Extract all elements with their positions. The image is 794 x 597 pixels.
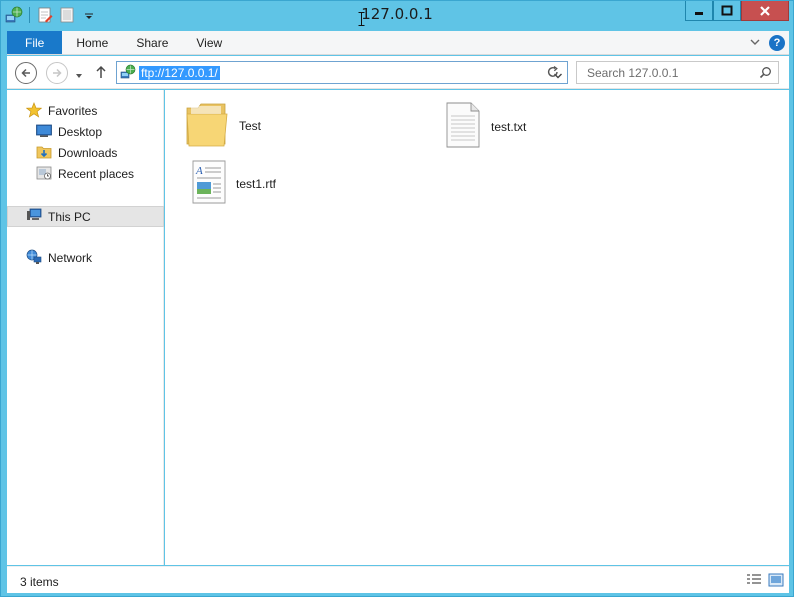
status-bar: 3 items	[7, 566, 789, 593]
nav-recent-places[interactable]: Recent places	[36, 164, 134, 184]
file-name: test.txt	[491, 119, 527, 134]
back-arrow-icon	[21, 68, 30, 78]
nav-downloads[interactable]: Downloads	[36, 143, 117, 163]
up-button[interactable]	[95, 65, 107, 82]
window-controls	[685, 1, 789, 22]
star-icon	[25, 101, 43, 121]
tab-view[interactable]: View	[182, 31, 236, 54]
ftp-location-icon	[120, 64, 136, 83]
search-icon[interactable]	[759, 66, 772, 82]
text-document-icon	[445, 102, 481, 151]
file-name: test1.rtf	[236, 176, 277, 191]
file-item-test-folder[interactable]: Test	[185, 100, 261, 151]
tab-share[interactable]: Share	[122, 31, 182, 54]
up-arrow-icon	[96, 65, 106, 78]
refresh-icon	[547, 65, 558, 77]
maximize-button[interactable]	[713, 1, 741, 21]
recent-locations-dropdown[interactable]	[74, 69, 84, 83]
close-icon	[760, 5, 770, 16]
nav-network[interactable]: Network	[26, 248, 92, 268]
svg-text:A: A	[195, 165, 203, 177]
back-button[interactable]	[15, 62, 37, 84]
search-input[interactable]	[585, 65, 755, 81]
minimize-icon	[695, 11, 703, 15]
close-button[interactable]	[741, 1, 789, 21]
nav-downloads-label: Downloads	[58, 146, 118, 160]
search-box[interactable]	[576, 61, 779, 84]
nav-network-label: Network	[48, 251, 93, 265]
recent-places-icon	[36, 165, 52, 184]
expand-ribbon-chevron-icon[interactable]	[749, 36, 761, 50]
item-count: 3 items	[20, 575, 59, 589]
tab-file[interactable]: File	[7, 31, 63, 54]
nav-favorites-label: Favorites	[48, 104, 98, 118]
ribbon-right-controls: ?	[749, 31, 789, 54]
refresh-button[interactable]	[545, 64, 563, 82]
folder-icon	[185, 100, 229, 151]
nav-this-pc[interactable]: This PC	[7, 206, 164, 227]
explorer-window: 127.0.0.1 File Home Share View ? ftp://1…	[0, 0, 794, 597]
forward-arrow-icon	[53, 68, 62, 78]
help-icon[interactable]: ?	[769, 34, 785, 51]
window-title: 127.0.0.1	[361, 5, 433, 23]
file-item-test-txt[interactable]: test.txt	[445, 102, 526, 151]
nav-favorites[interactable]: Favorites	[25, 101, 98, 121]
minimize-button[interactable]	[685, 1, 713, 21]
text-cursor-icon	[358, 12, 365, 26]
nav-recent-places-label: Recent places	[58, 167, 135, 181]
tab-home[interactable]: Home	[62, 31, 122, 54]
details-view-icon[interactable]	[746, 573, 762, 587]
ribbon-tabs: File Home Share View ?	[7, 31, 789, 55]
rtf-document-icon: A	[192, 160, 226, 207]
chevron-down-icon	[76, 74, 82, 78]
address-bar[interactable]: ftp://127.0.0.1/	[116, 61, 568, 84]
file-list: Test test.txt A test1.rtf	[165, 90, 789, 565]
file-item-test1-rtf[interactable]: A test1.rtf	[192, 160, 276, 207]
nav-this-pc-label: This PC	[48, 209, 91, 224]
computer-icon	[26, 207, 42, 226]
large-icons-view-icon[interactable]	[768, 573, 784, 587]
desktop-icon	[36, 123, 52, 142]
nav-desktop[interactable]: Desktop	[36, 122, 102, 142]
title-bar[interactable]: 127.0.0.1	[1, 1, 793, 30]
forward-button[interactable]	[46, 62, 68, 84]
nav-desktop-label: Desktop	[58, 125, 103, 139]
navigation-bar: ftp://127.0.0.1/	[7, 56, 789, 89]
maximize-icon	[721, 5, 733, 15]
address-input[interactable]: ftp://127.0.0.1/	[139, 66, 220, 80]
downloads-icon	[36, 144, 52, 163]
file-name: Test	[239, 118, 262, 133]
network-icon	[26, 249, 42, 268]
navigation-pane: Favorites Desktop Downloads Recent place…	[7, 90, 164, 565]
